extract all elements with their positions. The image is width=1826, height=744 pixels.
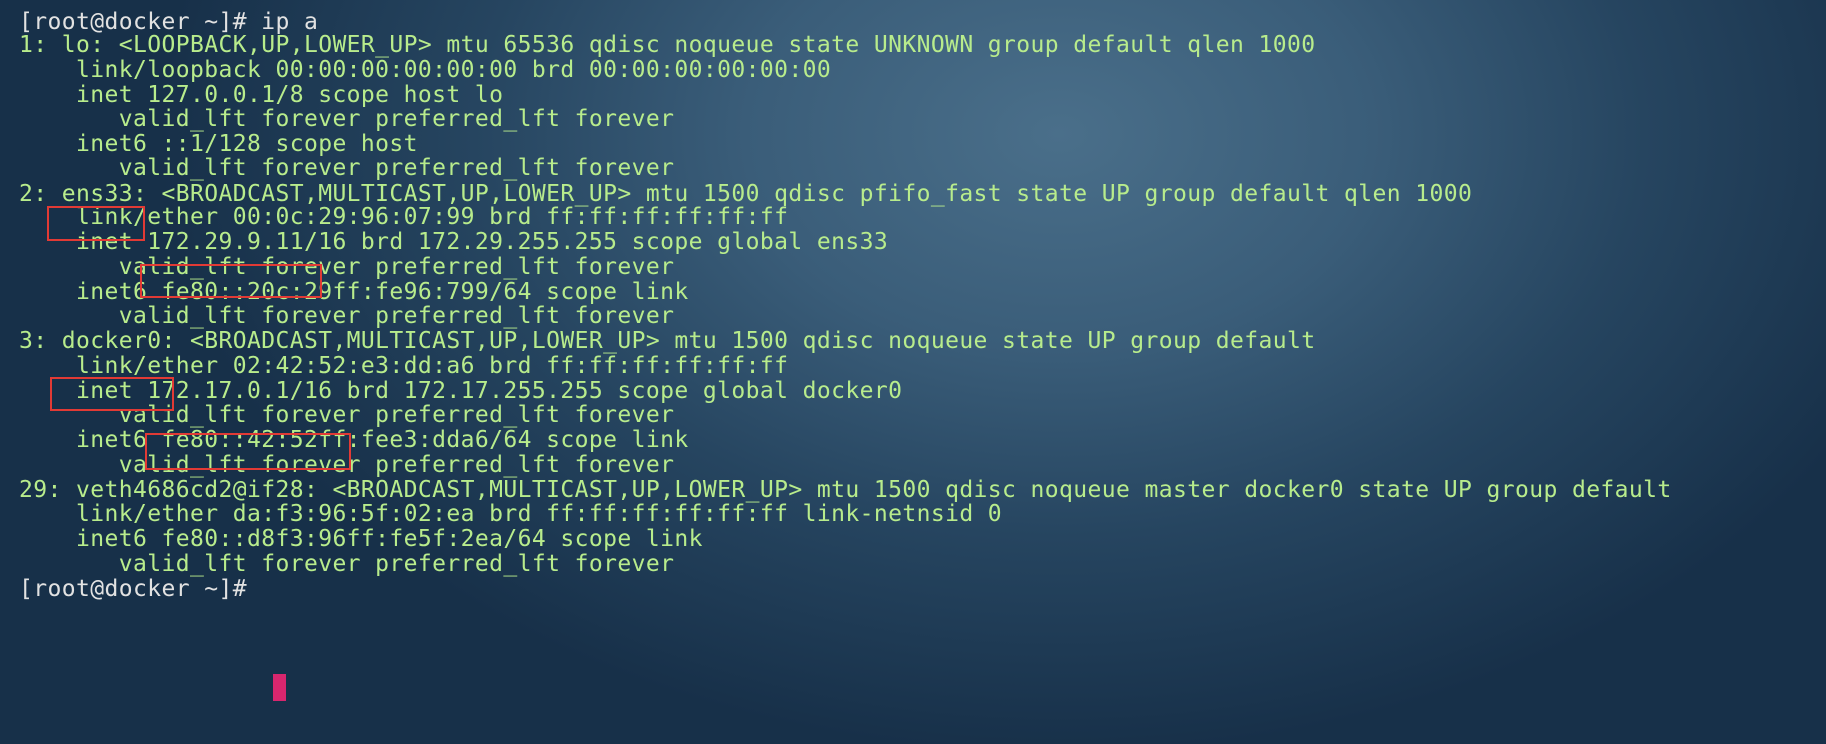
highlight-ip-ens33 — [140, 264, 322, 298]
highlight-ip-docker0 — [145, 433, 351, 470]
highlight-interface-docker0 — [50, 377, 174, 411]
terminal-cursor — [273, 674, 286, 701]
terminal-window[interactable]: [root@docker ~]# ip a 1: lo: <LOOPBACK,U… — [0, 0, 1826, 744]
terminal-line: valid_lft forever preferred_lft forever — [19, 155, 675, 181]
terminal-prompt[interactable]: [root@docker ~]# — [19, 575, 261, 604]
highlight-interface-ens33 — [47, 206, 145, 241]
